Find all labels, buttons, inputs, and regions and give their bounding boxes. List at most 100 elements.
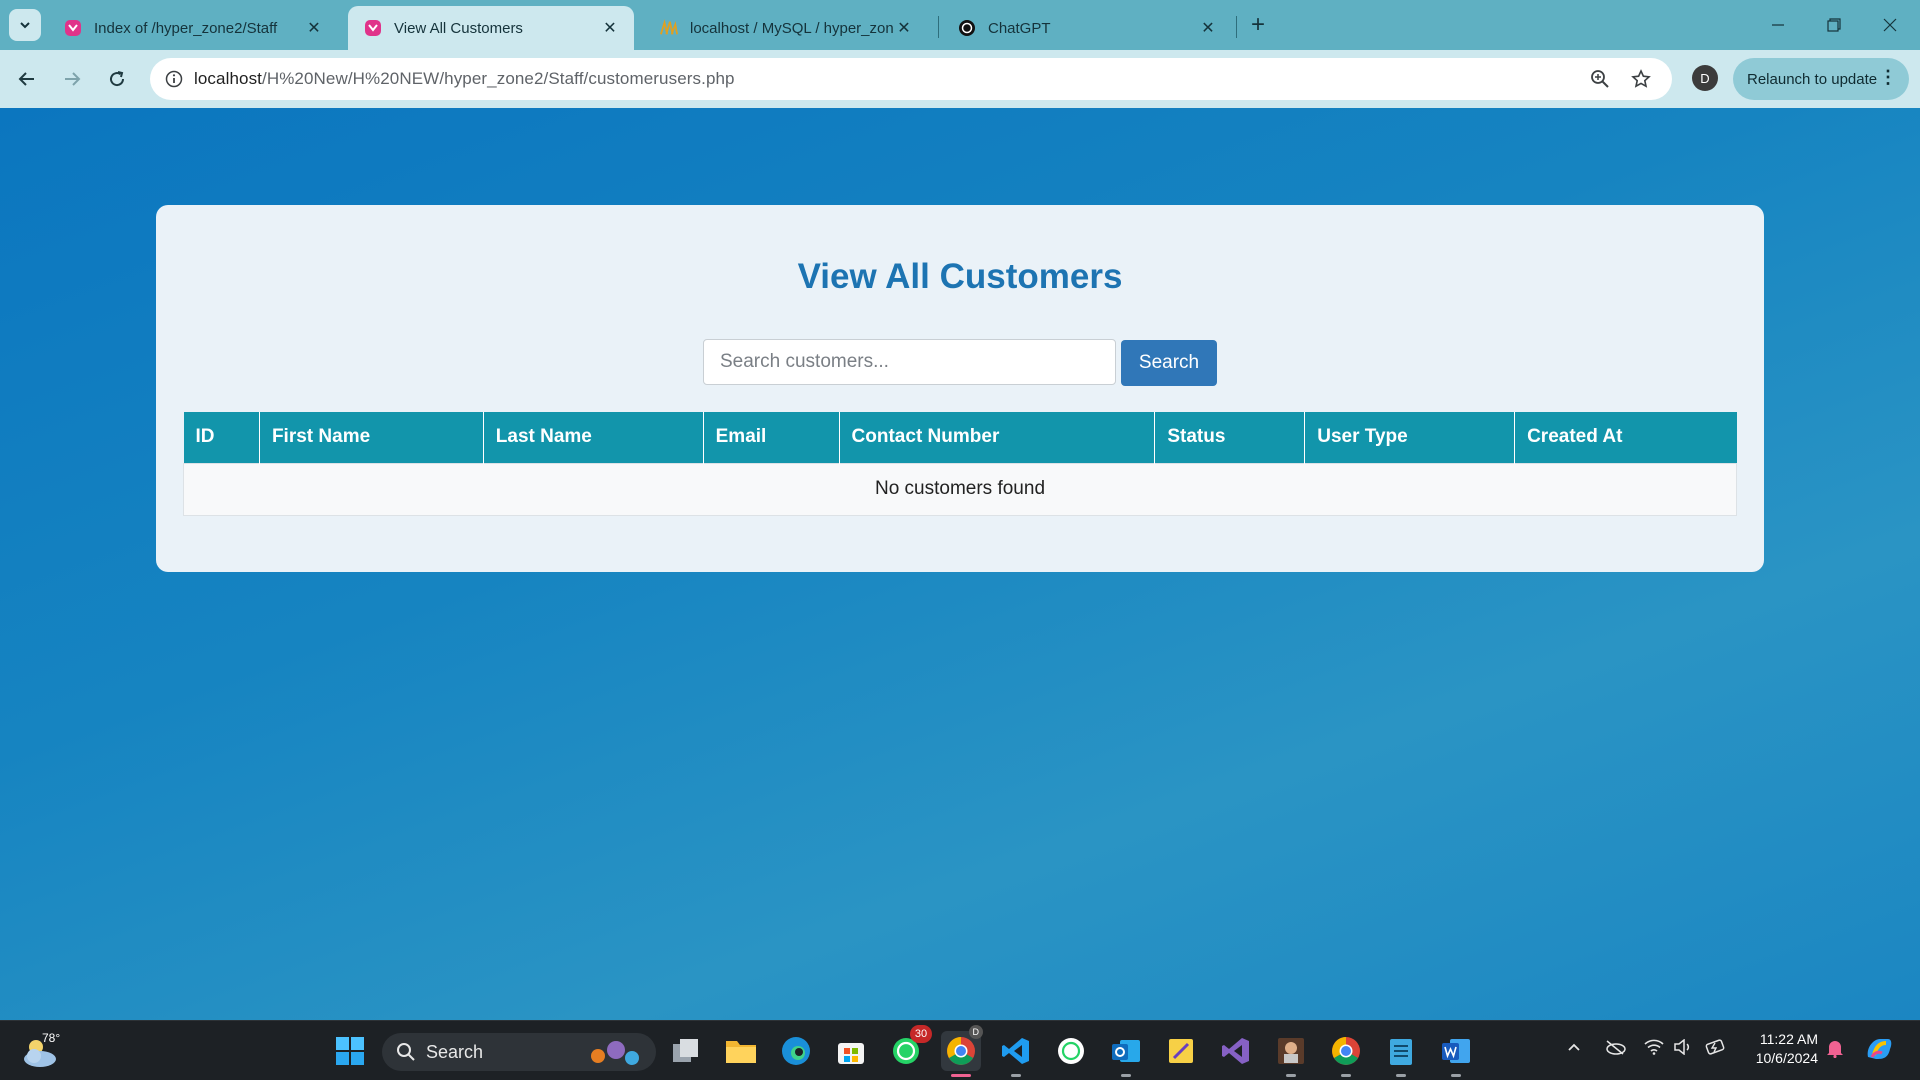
tab-index-staff[interactable]: Index of /hyper_zone2/Staff ✕ — [48, 6, 338, 50]
visual-studio-button[interactable] — [1216, 1031, 1256, 1071]
browser-toolbar: localhost/H%20New/H%20NEW/hyper_zone2/St… — [0, 50, 1920, 108]
tab-separator — [938, 16, 939, 38]
bookmark-star-icon[interactable] — [1628, 66, 1654, 92]
profile-avatar[interactable]: D — [1692, 65, 1718, 91]
url-host: localhost — [194, 69, 262, 88]
xampp-icon — [364, 19, 382, 37]
file-explorer-button[interactable] — [721, 1031, 761, 1071]
notification-center-button[interactable] — [1826, 1038, 1844, 1062]
running-app-indicator — [1341, 1074, 1351, 1077]
new-tab-button[interactable]: + — [1243, 10, 1273, 40]
arrow-left-icon — [18, 72, 34, 86]
start-button[interactable] — [330, 1031, 370, 1071]
tab-title: ChatGPT — [988, 19, 1051, 37]
close-icon[interactable]: ✕ — [600, 18, 620, 38]
search-icon — [397, 1043, 415, 1061]
microsoft-store-button[interactable] — [831, 1031, 871, 1071]
task-view-button[interactable] — [666, 1031, 706, 1071]
notepad-icon — [1390, 1039, 1412, 1065]
back-button[interactable] — [10, 62, 44, 96]
outlook-icon — [1112, 1040, 1140, 1062]
close-icon[interactable]: ✕ — [1198, 18, 1218, 38]
whatsapp-business-button[interactable]: 30 — [886, 1025, 932, 1071]
forward-button[interactable] — [55, 62, 89, 96]
clock-date: 10/6/2024 — [1755, 1050, 1818, 1066]
minimize-button[interactable] — [1750, 0, 1806, 50]
plus-icon: + — [1250, 11, 1265, 38]
system-clock[interactable]: 11:22 AM 10/6/2024 — [1742, 1030, 1818, 1068]
wifi-icon — [1644, 1039, 1664, 1055]
xampp-icon — [64, 19, 82, 37]
empty-table-message: No customers found — [183, 462, 1737, 516]
chrome-profile-button[interactable] — [1326, 1031, 1366, 1077]
restore-button[interactable] — [1806, 0, 1862, 50]
close-icon[interactable]: ✕ — [304, 18, 324, 38]
sticky-notes-button[interactable] — [1161, 1031, 1201, 1071]
column-header-created-at: Created At — [1514, 412, 1737, 463]
url-path: /H%20New/H%20NEW/hyper_zone2/Staff/custo… — [262, 69, 735, 88]
word-button[interactable] — [1436, 1031, 1476, 1077]
outlook-button[interactable] — [1106, 1031, 1146, 1077]
url-text: localhost/H%20New/H%20NEW/hyper_zone2/St… — [194, 69, 735, 89]
column-header-last-name: Last Name — [483, 412, 704, 463]
more-menu-icon[interactable]: ⋮ — [1879, 68, 1897, 86]
column-header-id: ID — [183, 412, 260, 463]
chatgpt-icon — [958, 19, 976, 37]
reload-button[interactable] — [100, 62, 134, 96]
restore-icon — [1827, 18, 1841, 32]
bell-icon — [1827, 1041, 1843, 1059]
tab-phpmyadmin[interactable]: localhost / MySQL / hyper_zone ✕ — [644, 6, 928, 50]
zoom-icon[interactable] — [1587, 66, 1613, 92]
column-header-status: Status — [1154, 412, 1306, 463]
copilot-icon — [1867, 1039, 1892, 1059]
page-title: View All Customers — [797, 257, 1123, 296]
network-tray[interactable] — [1644, 1039, 1664, 1059]
word-icon — [1442, 1039, 1470, 1063]
app-thumbnail-button[interactable] — [1271, 1031, 1311, 1077]
close-window-button[interactable] — [1862, 0, 1918, 50]
task-view-icon — [673, 1039, 698, 1062]
whatsapp-icon — [1058, 1038, 1084, 1064]
edge-icon — [782, 1037, 810, 1065]
address-bar[interactable]: localhost/H%20New/H%20NEW/hyper_zone2/St… — [150, 58, 1672, 100]
site-info-icon[interactable] — [154, 70, 194, 88]
edge-button[interactable] — [776, 1031, 816, 1071]
reload-icon — [110, 71, 125, 87]
chrome-button-active[interactable]: D — [941, 1025, 983, 1077]
onedrive-tray[interactable] — [1604, 1039, 1626, 1059]
table-header-row: ID First Name Last Name Email Contact Nu… — [183, 412, 1737, 463]
vscode-button[interactable] — [996, 1031, 1036, 1077]
battery-tray[interactable] — [1704, 1039, 1726, 1059]
show-hidden-icons-button[interactable] — [1566, 1039, 1582, 1059]
table-row: No customers found — [183, 462, 1737, 516]
battery-charging-icon — [1705, 1039, 1725, 1055]
copilot-button[interactable] — [1864, 1035, 1894, 1067]
visual-studio-icon — [1222, 1038, 1249, 1064]
speaker-icon — [1674, 1038, 1690, 1056]
taskbar-search[interactable]: Search — [382, 1033, 656, 1071]
tab-chatgpt[interactable]: ChatGPT ✕ — [942, 6, 1232, 50]
arrow-right-icon — [65, 72, 81, 86]
relaunch-to-update-button[interactable]: Relaunch to update ⋮ — [1733, 58, 1909, 100]
chrome-icon — [1332, 1037, 1360, 1065]
tab-strip: Index of /hyper_zone2/Staff ✕ View All C… — [0, 0, 1920, 50]
search-input[interactable] — [703, 339, 1116, 385]
chrome-icon — [947, 1037, 975, 1065]
windows-icon — [336, 1037, 364, 1065]
running-app-indicator — [1286, 1074, 1296, 1077]
whatsapp-button[interactable] — [1051, 1031, 1091, 1071]
tab-separator — [1236, 16, 1237, 38]
notepad-button[interactable] — [1381, 1031, 1421, 1077]
page-background: View All Customers Search ID First Name … — [0, 108, 1920, 1020]
tab-view-all-customers[interactable]: View All Customers ✕ — [348, 6, 634, 50]
chevron-down-icon — [20, 22, 30, 29]
image-app-icon — [1278, 1038, 1304, 1064]
close-icon[interactable]: ✕ — [894, 18, 914, 38]
running-app-indicator — [1396, 1074, 1406, 1077]
clock-time: 11:22 AM — [1759, 1031, 1818, 1047]
search-button[interactable]: Search — [1121, 340, 1217, 386]
tab-search-dropdown-button[interactable] — [9, 9, 41, 41]
taskbar-search-label: Search — [426, 1041, 484, 1062]
weather-widget[interactable]: 78° — [20, 1029, 68, 1073]
volume-tray[interactable] — [1674, 1038, 1692, 1059]
